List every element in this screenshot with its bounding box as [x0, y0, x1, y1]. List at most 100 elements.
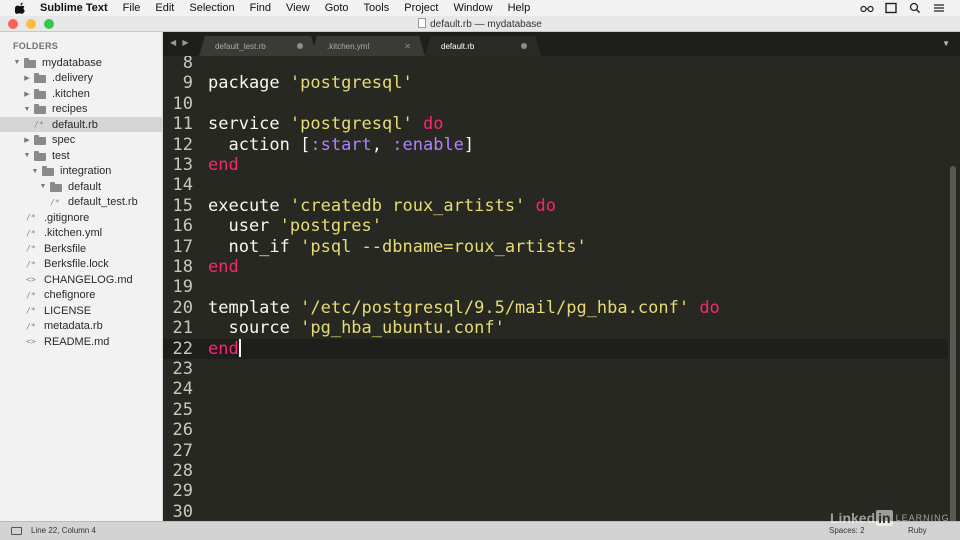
code-line[interactable]: 14: [163, 175, 948, 195]
sidebar-folder[interactable]: ▼ test: [0, 148, 163, 163]
sidebar-folder[interactable]: ▼ integration: [0, 164, 163, 179]
file-icon: /*: [50, 197, 60, 207]
syntax-selector[interactable]: Ruby: [908, 526, 927, 535]
sidebar-folder[interactable]: ▼ default: [0, 179, 163, 194]
sidebar-folder[interactable]: ▶ spec: [0, 133, 163, 148]
code-line[interactable]: 29: [163, 481, 948, 501]
code-line[interactable]: 15 execute 'createdb roux_artists' do: [163, 196, 948, 216]
code-line[interactable]: 11 service 'postgresql' do: [163, 114, 948, 134]
line-number: 30: [172, 501, 193, 521]
disclosure-open-icon[interactable]: ▼: [12, 59, 22, 66]
vertical-scrollbar[interactable]: [950, 166, 956, 521]
text-cursor: [238, 338, 241, 357]
code-line[interactable]: 28: [163, 461, 948, 481]
menu-window[interactable]: Window: [453, 2, 492, 14]
disclosure-open-icon[interactable]: ▼: [22, 106, 32, 113]
document-icon: [418, 18, 427, 28]
window-icon[interactable]: [884, 2, 898, 14]
menu-app-name[interactable]: Sublime Text: [40, 2, 108, 14]
disclosure-open-icon[interactable]: ▼: [38, 183, 48, 190]
disclosure-open-icon[interactable]: ▼: [22, 152, 32, 159]
disclosure-closed-icon[interactable]: ▶: [22, 136, 32, 144]
menu-help[interactable]: Help: [508, 2, 531, 14]
line-number: 16: [172, 216, 193, 237]
tab-scroll-arrows-icon[interactable]: ◀ ▶: [170, 38, 191, 47]
code-line[interactable]: 16 user 'postgres': [163, 216, 948, 236]
tab-bar: ◀ ▶ default_test.rb .kitchen.yml ✕ defau…: [163, 32, 960, 56]
tab-kitchen-yml[interactable]: .kitchen.yml ✕: [311, 36, 425, 56]
code-line[interactable]: 19: [163, 277, 948, 297]
panel-toggle-icon[interactable]: [11, 527, 22, 535]
code-line[interactable]: 10: [163, 94, 948, 114]
line-number: 22: [172, 338, 193, 359]
line-number: 21: [172, 318, 193, 339]
sidebar-file[interactable]: <> README.md: [0, 334, 163, 349]
code-line[interactable]: 25: [163, 400, 948, 420]
sidebar-file[interactable]: /* LICENSE: [0, 303, 163, 318]
code-token-str: 'psql --dbname=roux_artists': [300, 236, 587, 257]
code-token-kw: end: [208, 257, 239, 277]
menu-goto[interactable]: Goto: [325, 2, 349, 14]
menu-selection[interactable]: Selection: [189, 2, 234, 14]
code-line[interactable]: 24: [163, 379, 948, 399]
glasses-icon[interactable]: [860, 2, 874, 14]
code-editor[interactable]: 8 9 package 'postgresql' 10 11 service 'postg…: [163, 56, 960, 521]
menu-view[interactable]: View: [286, 2, 310, 14]
list-icon[interactable]: [932, 2, 946, 14]
code-line[interactable]: 26: [163, 420, 948, 440]
code-line[interactable]: 12 action [:start, :enable]: [163, 135, 948, 155]
line-number: 15: [172, 195, 193, 216]
disclosure-closed-icon[interactable]: ▶: [22, 90, 32, 98]
menu-project[interactable]: Project: [404, 2, 438, 14]
sidebar-file[interactable]: /* chefignore: [0, 288, 163, 303]
apple-icon[interactable]: [15, 2, 29, 14]
code-line[interactable]: 8: [163, 56, 948, 73]
sidebar-folder[interactable]: ▼ recipes: [0, 102, 163, 117]
sidebar-file[interactable]: /* metadata.rb: [0, 319, 163, 334]
code-line[interactable]: 21 source 'pg_hba_ubuntu.conf': [163, 318, 948, 338]
disclosure-open-icon[interactable]: ▼: [30, 168, 40, 175]
code-token-str: 'pg_hba_ubuntu.conf': [300, 318, 505, 339]
modified-dot-icon[interactable]: [297, 43, 303, 49]
menu-tools[interactable]: Tools: [364, 2, 390, 14]
search-icon[interactable]: [908, 2, 922, 14]
code-text: execute 'createdb roux_artists' do: [208, 196, 556, 216]
code-text: end: [208, 338, 241, 359]
code-token-kw: end: [208, 155, 239, 175]
disclosure-closed-icon[interactable]: ▶: [22, 74, 32, 82]
sidebar-file[interactable]: <> CHANGELOG.md: [0, 272, 163, 287]
sidebar-file[interactable]: /* .gitignore: [0, 210, 163, 225]
sidebar-folder[interactable]: ▶ .kitchen: [0, 86, 163, 101]
sidebar-folder[interactable]: ▶ .delivery: [0, 71, 163, 86]
menu-find[interactable]: Find: [250, 2, 271, 14]
sidebar-file[interactable]: /* default.rb: [0, 117, 163, 132]
code-line[interactable]: 27: [163, 441, 948, 461]
menu-file[interactable]: File: [123, 2, 141, 14]
code-token-plain: package: [208, 73, 290, 94]
code-token-plain: source: [208, 318, 301, 339]
code-line[interactable]: 22 end: [163, 338, 948, 359]
tab-default-rb[interactable]: default.rb: [425, 36, 541, 56]
line-number: 14: [172, 175, 193, 196]
code-line[interactable]: 13 end: [163, 155, 948, 175]
modified-dot-icon[interactable]: [521, 43, 527, 49]
sidebar-file[interactable]: /* .kitchen.yml: [0, 226, 163, 241]
code-text: template '/etc/postgresql/9.5/mail/pg_hb…: [208, 298, 720, 318]
sidebar-folder[interactable]: ▼ mydatabase: [0, 55, 163, 70]
code-line[interactable]: 18 end: [163, 257, 948, 277]
menu-edit[interactable]: Edit: [155, 2, 174, 14]
code-line[interactable]: 17 not_if 'psql --dbname=roux_artists': [163, 237, 948, 257]
code-line[interactable]: 20 template '/etc/postgresql/9.5/mail/pg_…: [163, 298, 948, 318]
tab-default-test-rb[interactable]: default_test.rb: [199, 36, 317, 56]
line-number: 29: [172, 481, 193, 502]
indentation-setting[interactable]: Spaces: 2: [829, 526, 865, 535]
code-line[interactable]: 9 package 'postgresql': [163, 73, 948, 93]
close-icon[interactable]: ✕: [404, 42, 411, 51]
tab-list-dropdown-icon[interactable]: ▼: [942, 39, 950, 48]
line-number: 10: [172, 93, 193, 114]
sidebar-file[interactable]: /* Berksfile.lock: [0, 257, 163, 272]
sidebar-file[interactable]: /* default_test.rb: [0, 195, 163, 210]
code-line[interactable]: 23: [163, 359, 948, 379]
sidebar-file[interactable]: /* Berksfile: [0, 241, 163, 256]
menubar-status-icons: [860, 2, 946, 14]
